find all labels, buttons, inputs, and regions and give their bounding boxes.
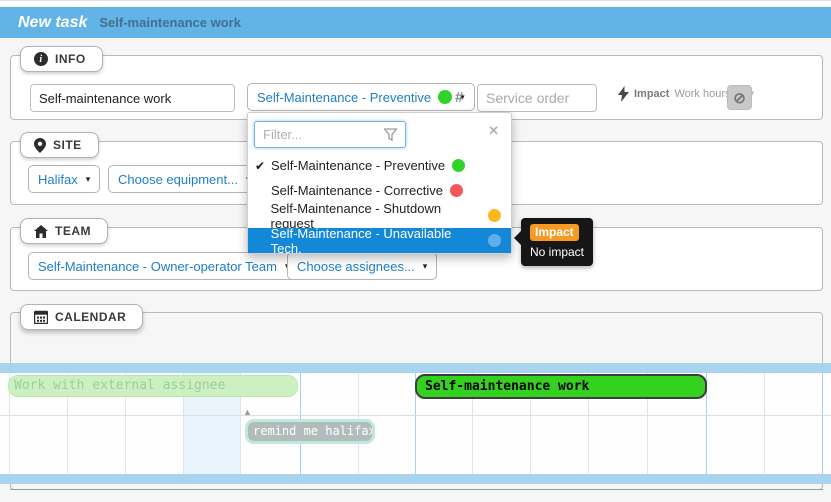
location-pin-icon — [34, 138, 46, 153]
close-icon[interactable]: ✕ — [488, 123, 499, 139]
home-icon — [34, 225, 48, 238]
impact-tooltip-badge: Impact — [530, 224, 579, 241]
filter-icon — [384, 128, 397, 141]
type-option-dot — [450, 184, 463, 197]
site-dropdown-button[interactable]: Halifax ▾ — [28, 165, 100, 193]
type-option-label: Self-Maintenance - Preventive — [271, 158, 445, 173]
chevron-down-icon: ▾ — [86, 174, 91, 185]
tab-site[interactable]: SITE — [20, 132, 99, 158]
hash-label: # — [455, 89, 463, 106]
check-icon: ✔ — [255, 159, 271, 173]
assignees-dropdown-button[interactable]: Choose assignees... ▾ — [287, 252, 437, 280]
calendar-bar-ghost[interactable]: Work with external assignee — [8, 375, 298, 397]
equipment-label: Choose equipment... — [118, 172, 238, 187]
tab-team[interactable]: TEAM — [20, 218, 108, 244]
type-option-shutdown-request[interactable]: Self-Maintenance - Shutdown request — [248, 203, 511, 228]
calendar-bottom-border — [10, 489, 823, 490]
assignees-label: Choose assignees... — [297, 259, 415, 274]
calendar-bar-task[interactable]: Self-maintenance work — [415, 374, 707, 399]
type-option-label: Self-Maintenance - Unavailable Tech. — [271, 226, 482, 256]
type-option-unavailable-tech[interactable]: Self-Maintenance - Unavailable Tech. — [248, 228, 511, 253]
team-label: Self-Maintenance - Owner-operator Team — [38, 259, 277, 274]
chevron-down-icon: ▾ — [423, 261, 428, 272]
task-name-input[interactable] — [30, 84, 235, 112]
tab-info-label: INFO — [55, 52, 86, 66]
type-option-corrective[interactable]: Self-Maintenance - Corrective — [248, 178, 511, 203]
team-dropdown-button[interactable]: Self-Maintenance - Owner-operator Team ▾ — [28, 252, 299, 280]
calendar-top-band — [0, 363, 831, 373]
impact-tooltip-text: No impact — [530, 245, 584, 259]
type-option-dot — [452, 159, 465, 172]
tab-info[interactable]: i INFO — [20, 46, 103, 72]
type-color-dot — [438, 90, 452, 104]
tab-calendar-label: CALENDAR — [55, 310, 126, 324]
type-option-preventive[interactable]: ✔ Self-Maintenance - Preventive — [248, 153, 511, 178]
type-options-list: ✔ Self-Maintenance - Preventive Self-Mai… — [248, 153, 511, 253]
lightning-icon — [618, 86, 629, 102]
type-option-dot — [488, 234, 501, 247]
ban-icon: ⊘ — [733, 89, 746, 107]
calendar-icon — [34, 310, 48, 324]
top-strip — [0, 0, 831, 7]
page-header: New task Self-maintenance work — [0, 7, 831, 38]
impact-tooltip: Impact No impact — [521, 218, 593, 266]
new-task-page: New task Self-maintenance work i INFO Se… — [0, 0, 831, 502]
type-dropdown-panel: ✕ ✔ Self-Maintenance - Preventive Self-M… — [247, 112, 512, 254]
calendar-grid[interactable]: Work with external assignee Self-mainten… — [0, 373, 831, 474]
info-icon: i — [34, 52, 48, 66]
equipment-dropdown-button[interactable]: Choose equipment... ▾ — [108, 165, 261, 193]
type-option-dot — [488, 209, 501, 222]
page-title: New task — [18, 14, 87, 32]
calendar-scheduler[interactable]: Work with external assignee Self-mainten… — [0, 363, 831, 484]
no-impact-button[interactable]: ⊘ — [727, 85, 752, 110]
service-order-input[interactable] — [477, 84, 597, 112]
calendar-bar-reminder[interactable]: remind me halifax — [245, 419, 375, 444]
calendar-grid-line — [764, 373, 765, 474]
type-option-label: Self-Maintenance - Corrective — [271, 183, 443, 198]
page-subtitle: Self-maintenance work — [99, 15, 241, 30]
marker-triangle-icon: ▲ — [243, 407, 252, 417]
tab-site-label: SITE — [53, 138, 82, 152]
calendar-grid-line — [822, 373, 823, 474]
site-label: Halifax — [38, 172, 78, 187]
impact-label: Impact — [634, 88, 669, 100]
task-type-dropdown-button[interactable]: Self-Maintenance - Preventive ▾ — [247, 83, 475, 111]
tab-team-label: TEAM — [55, 224, 91, 238]
calendar-bottom-band — [0, 474, 831, 484]
tab-calendar[interactable]: CALENDAR — [20, 304, 143, 330]
task-type-label: Self-Maintenance - Preventive — [257, 90, 431, 105]
calendar-row-divider — [0, 415, 831, 416]
